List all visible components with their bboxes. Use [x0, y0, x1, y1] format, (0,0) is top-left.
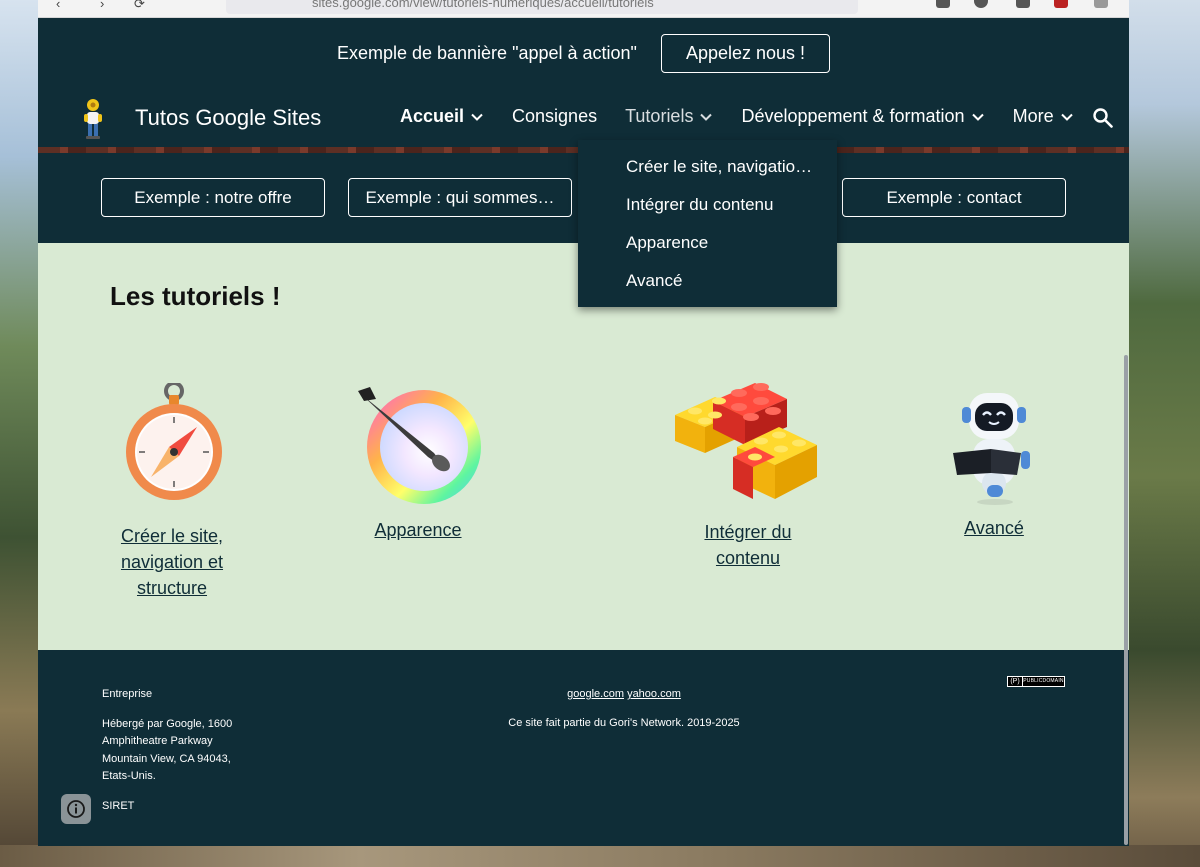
tutorial-link-integrate-content[interactable]: Intégrer du contenu	[670, 519, 826, 571]
footer-address-line: Amphitheatre Parkway	[102, 735, 213, 747]
cta-text: Exemple de bannière "appel à action"	[336, 42, 637, 63]
main-navigation: Accueil Consignes Tutoriels Développemen…	[400, 106, 1102, 127]
nav-item-label: Consignes	[512, 106, 598, 126]
desktop-background-bottom	[0, 845, 1200, 867]
badge-right: PUBLICDOMAIN	[1023, 677, 1064, 686]
footer-link-yahoo[interactable]: yahoo.com	[627, 688, 681, 700]
browser-toolbar: ‹ › ⟳ sites.google.com/view/tutoriels-nu…	[38, 0, 1129, 18]
chevron-down-icon[interactable]	[699, 110, 713, 124]
compass-icon[interactable]	[117, 383, 227, 513]
tutorial-link-appearance[interactable]: Apparence	[338, 517, 498, 543]
info-icon	[67, 800, 85, 818]
nav-item-consignes[interactable]: Consignes	[512, 106, 597, 127]
page-title: Les tutoriels !	[110, 281, 281, 311]
footer-address-line: Mountain View, CA 94043,	[102, 752, 231, 765]
robot-icon[interactable]	[953, 387, 1035, 505]
desktop-background-right	[1128, 0, 1200, 867]
footer-address-line: Etats-Unis.	[102, 770, 156, 782]
nav-item-label: More	[1012, 106, 1054, 126]
paintbrush-palette-icon[interactable]	[356, 385, 481, 507]
button-label: Exemple : qui sommes…	[365, 187, 555, 207]
forward-button[interactable]: ›	[100, 0, 104, 11]
site-footer: Entreprise Hébergé par Google, 1600 Amph…	[38, 650, 1129, 846]
back-button[interactable]: ‹	[56, 0, 60, 11]
public-domain-badge[interactable]: (P) PUBLICDOMAIN	[1007, 676, 1065, 687]
tutorial-link-create-site[interactable]: Créer le site, navigation et structure	[102, 523, 242, 601]
footer-center: google.com yahoo.com Ce site fait partie…	[424, 686, 824, 732]
footer-siret: SIRET	[102, 799, 135, 812]
nav-item-label: Développement & formation	[741, 106, 965, 126]
button-label: Exemple : notre offre	[134, 187, 292, 207]
menu-icon[interactable]	[1094, 0, 1108, 8]
badge-left: (P)	[1008, 677, 1022, 686]
footer-network-text: Ce site fait partie du Gori's Network. 2…	[508, 717, 740, 729]
chevron-down-icon[interactable]	[470, 110, 484, 124]
dropdown-item-appearance[interactable]: Apparence	[578, 224, 837, 262]
desktop-background-left	[0, 0, 38, 867]
example-offer-button[interactable]: Exemple : notre offre	[101, 178, 325, 217]
reload-button[interactable]: ⟳	[134, 0, 145, 12]
footer-links: google.com yahoo.com	[424, 686, 824, 703]
tutoriels-dropdown-menu: Créer le site, navigatio… Intégrer du co…	[578, 140, 837, 307]
page-scrollbar[interactable]	[1124, 355, 1128, 845]
button-label: Exemple : contact	[886, 187, 1022, 207]
nav-item-label: Tutoriels	[625, 106, 694, 126]
chevron-down-icon[interactable]	[971, 110, 985, 124]
nav-item-developpement-formation[interactable]: Développement & formation	[741, 106, 984, 127]
address-bar[interactable]: sites.google.com/view/tutoriels-numeriqu…	[226, 0, 858, 14]
nav-item-label: Accueil	[400, 106, 465, 126]
footer-link-google[interactable]: google.com	[567, 688, 624, 700]
site-title[interactable]: Tutos Google Sites	[135, 105, 321, 131]
lego-bricks-icon[interactable]	[675, 375, 821, 509]
site-info-button[interactable]	[61, 794, 91, 824]
chevron-down-icon[interactable]	[1060, 110, 1074, 124]
tutorial-card-appearance: Apparence	[338, 385, 498, 543]
site-logo[interactable]	[76, 96, 110, 140]
downloads-icon[interactable]	[1016, 0, 1030, 8]
nav-item-more[interactable]: More	[1013, 106, 1074, 127]
call-us-button[interactable]: Appelez nous !	[660, 33, 831, 73]
dropdown-item-create-site[interactable]: Créer le site, navigatio…	[578, 148, 837, 186]
footer-company-name: Entreprise	[102, 688, 153, 700]
nav-item-accueil[interactable]: Accueil	[400, 106, 484, 127]
nav-item-tutoriels[interactable]: Tutoriels	[625, 106, 713, 127]
example-contact-button[interactable]: Exemple : contact	[842, 178, 1066, 217]
footer-company-info: Entreprise Hébergé par Google, 1600 Amph…	[102, 686, 262, 827]
footer-address-line: Hébergé par Google, 1600	[102, 717, 233, 730]
tutorial-card-create-site: Créer le site, navigation et structure	[102, 383, 242, 601]
dropdown-item-advanced[interactable]: Avancé	[578, 262, 837, 300]
address-bar-url: sites.google.com/view/tutoriels-numeriqu…	[312, 0, 654, 10]
cta-banner: Exemple de bannière "appel à action" App…	[38, 18, 1129, 88]
tutorial-card-integrate-content: Intégrer du contenu	[670, 375, 826, 571]
dropdown-item-integrate-content[interactable]: Intégrer du contenu	[578, 186, 837, 224]
tutorial-link-advanced[interactable]: Avancé	[924, 515, 1064, 541]
account-icon[interactable]	[974, 0, 988, 8]
addon-icon[interactable]	[1054, 0, 1068, 8]
example-about-button[interactable]: Exemple : qui sommes…	[348, 178, 572, 217]
browser-window: ‹ › ⟳ sites.google.com/view/tutoriels-nu…	[38, 0, 1129, 846]
tutorial-card-advanced: Avancé	[924, 387, 1064, 541]
footer-address: Hébergé par Google, 1600 Amphitheatre Pa…	[102, 716, 262, 786]
extension-icon[interactable]	[936, 0, 950, 8]
search-icon[interactable]	[1092, 107, 1114, 129]
